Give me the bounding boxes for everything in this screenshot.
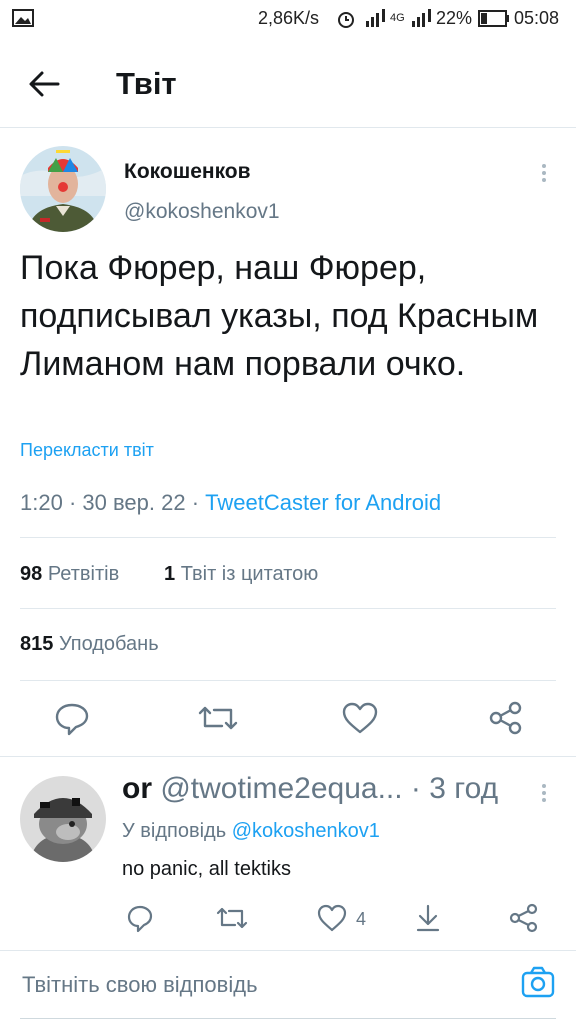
heart-icon	[342, 702, 378, 734]
tweet-text: Пока Фюрер, наш Фюрер, подписывал указы,…	[20, 249, 539, 383]
reply-button[interactable]	[52, 700, 92, 736]
share-icon	[416, 904, 440, 932]
battery-icon	[478, 10, 509, 27]
reply-like-button[interactable]	[316, 902, 348, 934]
reply-to-line: У відповідь @kokoshenkov1	[122, 820, 380, 843]
reply-composer-input[interactable]: Твітніть свою відповідь	[22, 972, 258, 998]
reply-more-button[interactable]	[532, 780, 556, 808]
like-button[interactable]	[340, 700, 380, 736]
camera-button[interactable]	[520, 964, 556, 1000]
translate-tweet-link[interactable]: Перекласти твіт	[20, 440, 154, 461]
reply-author-handle[interactable]: @twotime2equa...	[160, 772, 402, 805]
reply-header: or @twotime2equa... · 3 год	[122, 772, 499, 805]
signal-2-icon	[412, 9, 431, 27]
status-bar: 2,86K/s 4G 22% 05:08	[0, 0, 576, 38]
reply-icon	[55, 703, 89, 736]
reply-time: 3 год	[429, 772, 499, 805]
tweet-more-button[interactable]	[532, 160, 556, 188]
reply-reply-button[interactable]	[124, 902, 156, 934]
more-vertical-icon	[542, 164, 546, 182]
reply-avatar[interactable]	[20, 776, 106, 862]
avatar-image	[20, 146, 106, 232]
reply-text: no panic, all tektiks	[122, 858, 291, 880]
tweet-date: 30 вер. 22	[82, 490, 186, 515]
retweets-stat[interactable]: 98 Ретвітів	[20, 563, 119, 586]
back-button[interactable]	[24, 64, 64, 104]
share-nodes-icon	[509, 903, 538, 933]
reply-like-count: 4	[356, 909, 367, 929]
tweet-meta: 1:20 · 30 вер. 22 · TweetCaster for Andr…	[20, 490, 442, 515]
reply-to-prefix: У відповідь	[122, 820, 227, 842]
network-type: 4G	[390, 12, 405, 24]
retweet-button[interactable]	[196, 700, 240, 736]
retweets-label: Ретвітів	[47, 563, 120, 585]
reply-author-name[interactable]: or	[122, 772, 152, 805]
quotes-count: 1	[164, 563, 176, 585]
author-avatar[interactable]	[20, 146, 106, 232]
retweets-count: 98	[20, 563, 43, 585]
stats-divider	[20, 608, 556, 609]
battery-percent: 22%	[436, 8, 473, 28]
retweet-icon	[216, 907, 248, 929]
alarm-icon	[338, 12, 354, 28]
composer-underline	[20, 1018, 556, 1019]
likes-stat[interactable]: 815 Уподобань	[20, 633, 159, 656]
clock: 05:08	[514, 8, 560, 28]
share-icon	[489, 701, 522, 735]
arrow-left-icon	[29, 71, 60, 97]
quotes-label: Твіт із цитатою	[180, 563, 319, 585]
reply-icon	[127, 905, 153, 933]
tweet-source-link[interactable]: TweetCaster for Android	[205, 490, 441, 515]
header-divider	[0, 127, 576, 128]
network-speed: 2,86K/s	[258, 8, 320, 28]
meta-divider	[20, 537, 556, 538]
actions-divider	[0, 756, 576, 757]
more-vertical-icon	[542, 784, 546, 802]
page-title: Твіт	[116, 66, 177, 101]
signal-icon	[366, 9, 385, 27]
retweet-icon	[198, 706, 238, 730]
quotes-stat[interactable]: 1 Твіт із цитатою	[164, 563, 318, 586]
likes-divider	[20, 680, 556, 681]
reply-share-button[interactable]	[412, 902, 444, 934]
camera-icon	[521, 966, 555, 998]
heart-icon	[317, 904, 347, 932]
reply-retweet-button[interactable]	[214, 902, 250, 934]
likes-count: 815	[20, 633, 54, 655]
share-button[interactable]	[486, 700, 526, 736]
reply-to-handle[interactable]: @kokoshenkov1	[232, 820, 380, 842]
author-name[interactable]: Кокошенков	[124, 160, 251, 184]
reply-more-share-button[interactable]	[506, 902, 542, 934]
likes-label: Уподобань	[58, 633, 159, 655]
reply-avatar-image	[20, 776, 106, 862]
author-handle[interactable]: @kokoshenkov1	[124, 200, 280, 224]
gallery-notification-icon	[12, 9, 34, 27]
composer-divider	[0, 950, 576, 951]
tweet-time: 1:20	[20, 490, 63, 515]
